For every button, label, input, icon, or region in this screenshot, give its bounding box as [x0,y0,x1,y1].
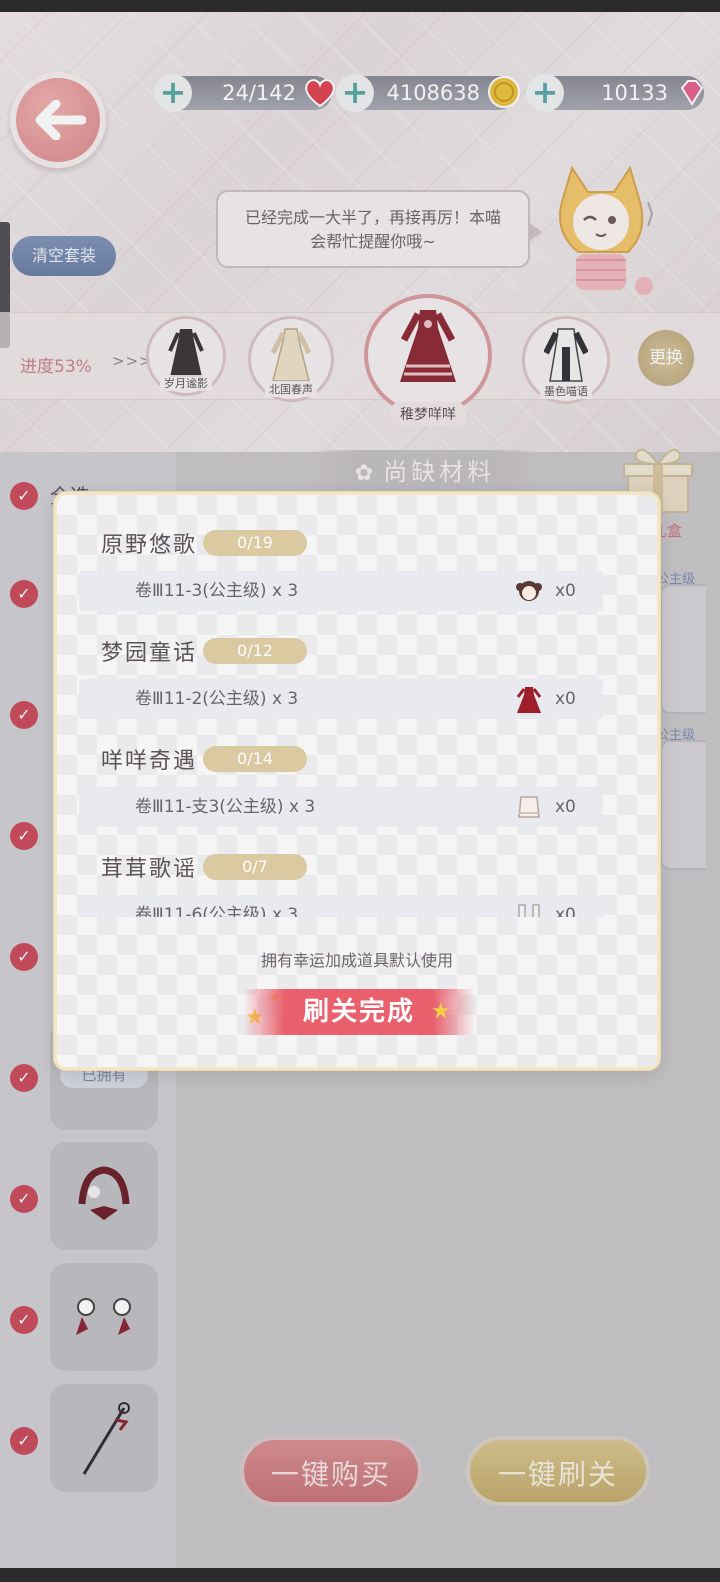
heart-icon [305,79,335,108]
outfit-card[interactable] [660,584,706,714]
suit-progress-band [0,312,720,400]
missing-materials-dialog: 原野悠歌 0/19 卷Ⅲ11-3(公主级) x 3 x0 梦园童话 0/12 卷… [54,492,660,1070]
material-list[interactable]: 原野悠歌 0/19 卷Ⅲ11-3(公主级) x 3 x0 梦园童话 0/12 卷… [57,513,657,917]
checkbox-checked[interactable]: ✓ [10,482,38,510]
suit-label: 稚梦咩咩 [390,402,466,426]
outfit-card[interactable] [660,740,706,870]
buy-all-button[interactable]: 一键购买 [240,1436,422,1506]
level-name: 卷Ⅲ11-支3(公主级) x 3 [135,797,316,817]
arrow-left-icon [35,100,86,140]
group-progress-badge: 0/14 [203,746,307,772]
progress-label: 进度53% [20,357,92,377]
group-name: 原野悠歌 [101,533,198,558]
red-lolita-dress-icon [400,310,456,382]
skirt-icon [518,796,540,818]
level-row[interactable]: 卷Ⅲ11-3(公主级) x 3 x0 [79,571,603,611]
earrings-icon [76,1298,131,1335]
add-diamond-button[interactable]: + [526,74,564,112]
level-row[interactable]: 卷Ⅲ11-2(公主级) x 3 x0 [79,679,603,719]
group-name: 咩咩奇遇 [101,749,198,774]
missing-materials-tab: ✿ 尚缺材料 [310,450,540,494]
group-name: 茸茸歌谣 [101,857,198,882]
group-progress-badge: 0/7 [203,854,307,880]
owned-count: x0 [555,797,576,817]
level-name: 卷Ⅲ11-3(公主级) x 3 [135,581,299,601]
group-progress-badge: 0/12 [203,638,307,664]
add-stamina-button[interactable]: + [154,74,192,112]
suit-label: 岁月谧影 [160,375,212,391]
level-row[interactable]: 卷Ⅲ11-支3(公主级) x 3 x0 [79,787,603,827]
suit-slot-3-selected[interactable]: 稚梦咩咩 [364,294,492,426]
checkbox-checked[interactable]: ✓ [10,580,38,608]
checkbox-checked[interactable]: ✓ [10,1306,38,1334]
gold-coin-icon [488,76,520,108]
level-name: 卷Ⅲ11-6(公主级) x 3 [135,905,299,917]
flower-icon: ✿ [354,461,378,486]
checkbox-checked[interactable]: ✓ [10,701,38,729]
gold-value: 4108638 [386,81,480,105]
add-gold-button[interactable]: + [336,74,374,112]
clear-outfit-button[interactable]: 清空套装 [12,236,116,276]
star-icon: ★ [431,999,451,1024]
material-group: 茸茸歌谣 0/7 卷Ⅲ11-6(公主级) x 3 x0 [57,837,657,917]
diamond-icon [680,80,704,106]
speech-bubble: 已经完成一大半了，再接再厉！本喵会帮忙提醒你哦~ [216,190,542,268]
checkbox-checked[interactable]: ✓ [10,1185,38,1213]
stamina-counter: + 24/142 [154,74,335,112]
checkbox-checked[interactable]: ✓ [10,1427,38,1455]
diamond-value: 10133 [601,81,668,105]
checkbox-checked[interactable]: ✓ [10,943,38,971]
checkbox-checked[interactable]: ✓ [10,1064,38,1092]
socks-icon [518,904,540,917]
suit-label: 北国春声 [265,381,317,397]
level-row[interactable]: 卷Ⅲ11-6(公主级) x 3 x0 [79,895,603,917]
suit-label: 墨色喵语 [540,383,592,399]
item-card-headdress[interactable] [50,1142,158,1250]
suit-slot-4[interactable]: 墨色喵语 [522,316,610,404]
sweep-all-button[interactable]: 一键刷关 [466,1436,650,1506]
owned-count: x0 [555,581,576,601]
lucky-item-hint: 拥有幸运加成道具默认使用 [260,951,453,970]
owned-count: x0 [555,905,576,917]
item-card-wand[interactable] [50,1384,158,1492]
diamond-counter: + 10133 [526,74,704,112]
girl-head-icon [516,581,542,601]
suit-slot-2[interactable]: 北国春声 [248,316,334,402]
group-progress-badge: 0/19 [203,530,307,556]
item-card-earrings[interactable] [50,1263,158,1371]
group-name: 梦园童话 [101,641,198,666]
level-name: 卷Ⅲ11-2(公主级) x 3 [135,689,299,709]
headdress-icon [78,1166,130,1220]
back-button[interactable] [10,72,106,168]
material-group: 原野悠歌 0/19 卷Ⅲ11-3(公主级) x 3 x0 [57,513,657,621]
black-dress-icon [168,329,204,377]
black-white-outfit-icon [544,328,588,382]
status-bar [0,0,720,12]
cream-dress-icon [270,328,312,382]
suit-slot-1[interactable]: 岁月谧影 [146,316,226,396]
stamina-value: 24/142 [222,81,296,105]
material-group: 梦园童话 0/12 卷Ⅲ11-2(公主级) x 3 x0 [57,621,657,729]
change-suit-button[interactable]: 更换 [638,330,694,386]
red-dress-icon [516,687,542,713]
cat-mascot-icon [559,165,654,295]
owned-count: x0 [555,689,576,709]
gold-counter: + 4108638 [336,74,520,112]
navigation-bar [0,1568,720,1582]
material-group: 咩咩奇遇 0/14 卷Ⅲ11-支3(公主级) x 3 x0 [57,729,657,837]
wand-icon [82,1402,130,1475]
section-title: 尚缺材料 [383,458,496,486]
checkbox-checked[interactable]: ✓ [10,822,38,850]
